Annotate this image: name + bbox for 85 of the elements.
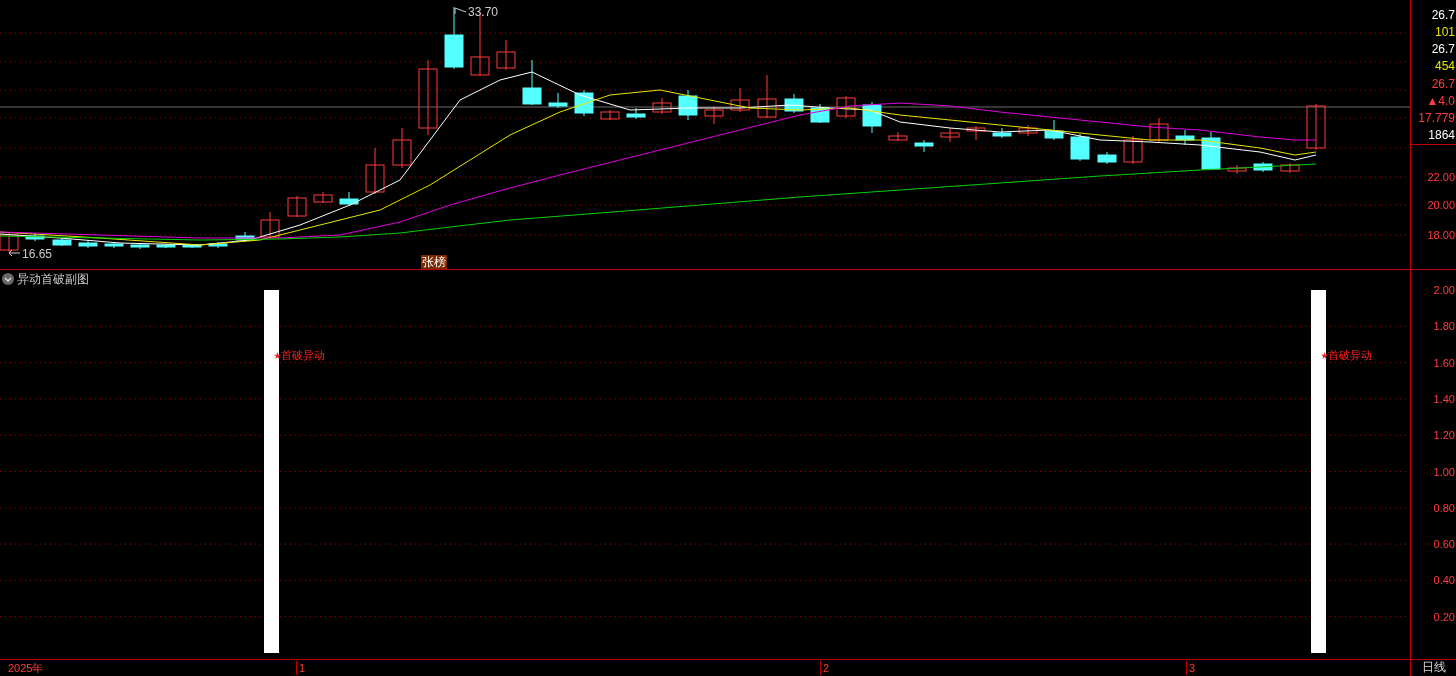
arrow-icon [454,7,467,15]
candlestick [810,103,830,124]
quote-readout: 26.7 [1431,8,1455,22]
axis-tick-label: 0.40 [1433,574,1455,587]
quote-readout: 17.779 [1418,111,1455,125]
candlestick [0,232,19,253]
candlestick [626,107,646,120]
candlestick [652,97,672,115]
candlestick [313,191,333,204]
quote-readout: 101 [1434,25,1455,39]
time-axis-label: 1 [296,661,306,675]
candlestick [940,127,960,143]
candlestick [704,105,724,125]
candlestick [784,93,804,114]
candlestick [600,109,620,121]
quote-readout: 454 [1434,59,1455,73]
candlestick [182,243,202,249]
candlestick [1044,119,1064,141]
candlestick [992,127,1012,139]
candlestick [522,59,542,106]
candlestick [966,125,986,141]
signal-label: 首破异动 [1328,349,1372,362]
candlestick [1097,151,1117,165]
candlestick [496,39,516,71]
candlestick [130,242,150,250]
candlestick [888,131,908,142]
candlestick [365,147,385,195]
candlestick [678,89,698,121]
axis-tick-label: 1.20 [1433,429,1455,442]
candlestick [52,237,72,247]
axis-tick-label: 1.60 [1433,356,1455,369]
axis-tick-label: 0.20 [1433,610,1455,623]
candlestick [1306,103,1326,151]
quote-readout: 1864 [1428,128,1455,142]
axis-tick-label: 18.00 [1427,229,1455,241]
candlestick [730,87,750,113]
axis-tick-label: 0.80 [1433,501,1455,514]
axis-tick-label: 1.00 [1433,465,1455,478]
axis-tick-label: 0.60 [1433,538,1455,551]
candlestick [235,231,255,243]
panel-title: 异动首破副图 [17,272,89,286]
quote-readout: ▲4.0 [1426,94,1455,108]
signal-label: 首破异动 [281,349,325,362]
quote-readout: 26.7 [1431,42,1455,56]
candlestick [1280,162,1300,174]
candlestick [1149,117,1169,143]
candlestick [1018,124,1038,137]
event-tag: 张榜 [421,255,447,269]
candlestick [1201,131,1221,171]
candlestick [104,241,124,249]
candlestick [548,92,568,109]
candlestick [339,191,359,207]
star-icon [274,352,281,359]
candlestick [1253,161,1273,173]
candlestick [1227,164,1247,175]
low-price-label: 16.65 [22,247,53,261]
candlestick [836,95,856,119]
axis-tick-label: 1.80 [1433,320,1455,333]
period-tab[interactable]: 日线 [1410,660,1456,676]
axis-tick-label: 22.00 [1427,171,1455,183]
time-axis-label: 2 [820,661,830,675]
chevron-icon[interactable] [2,273,14,285]
candlestick [444,6,464,70]
candlestick [287,195,307,218]
star-icon [1321,352,1328,359]
candlestick [757,74,777,119]
candlestick [1123,135,1143,165]
time-axis-label: 2025年 [8,661,44,675]
candlestick [1070,133,1090,162]
candlestick [862,101,882,134]
time-axis-label: 3 [1186,661,1196,675]
high-price-label: 33.70 [468,5,499,19]
candlestick [260,211,280,239]
candlestick [914,139,934,153]
quote-readout: 26.7 [1431,77,1455,91]
candlestick [208,241,228,249]
axis-tick-label: 20.00 [1427,199,1455,211]
axis-tick-label: 2.00 [1433,284,1455,296]
arrow-icon [8,249,21,257]
candlestick [392,127,412,169]
candlestick [156,243,176,249]
axis-tick-label: 1.40 [1433,392,1455,405]
candlestick [78,240,98,249]
candlestick [1175,129,1195,146]
candlestick [25,232,45,242]
